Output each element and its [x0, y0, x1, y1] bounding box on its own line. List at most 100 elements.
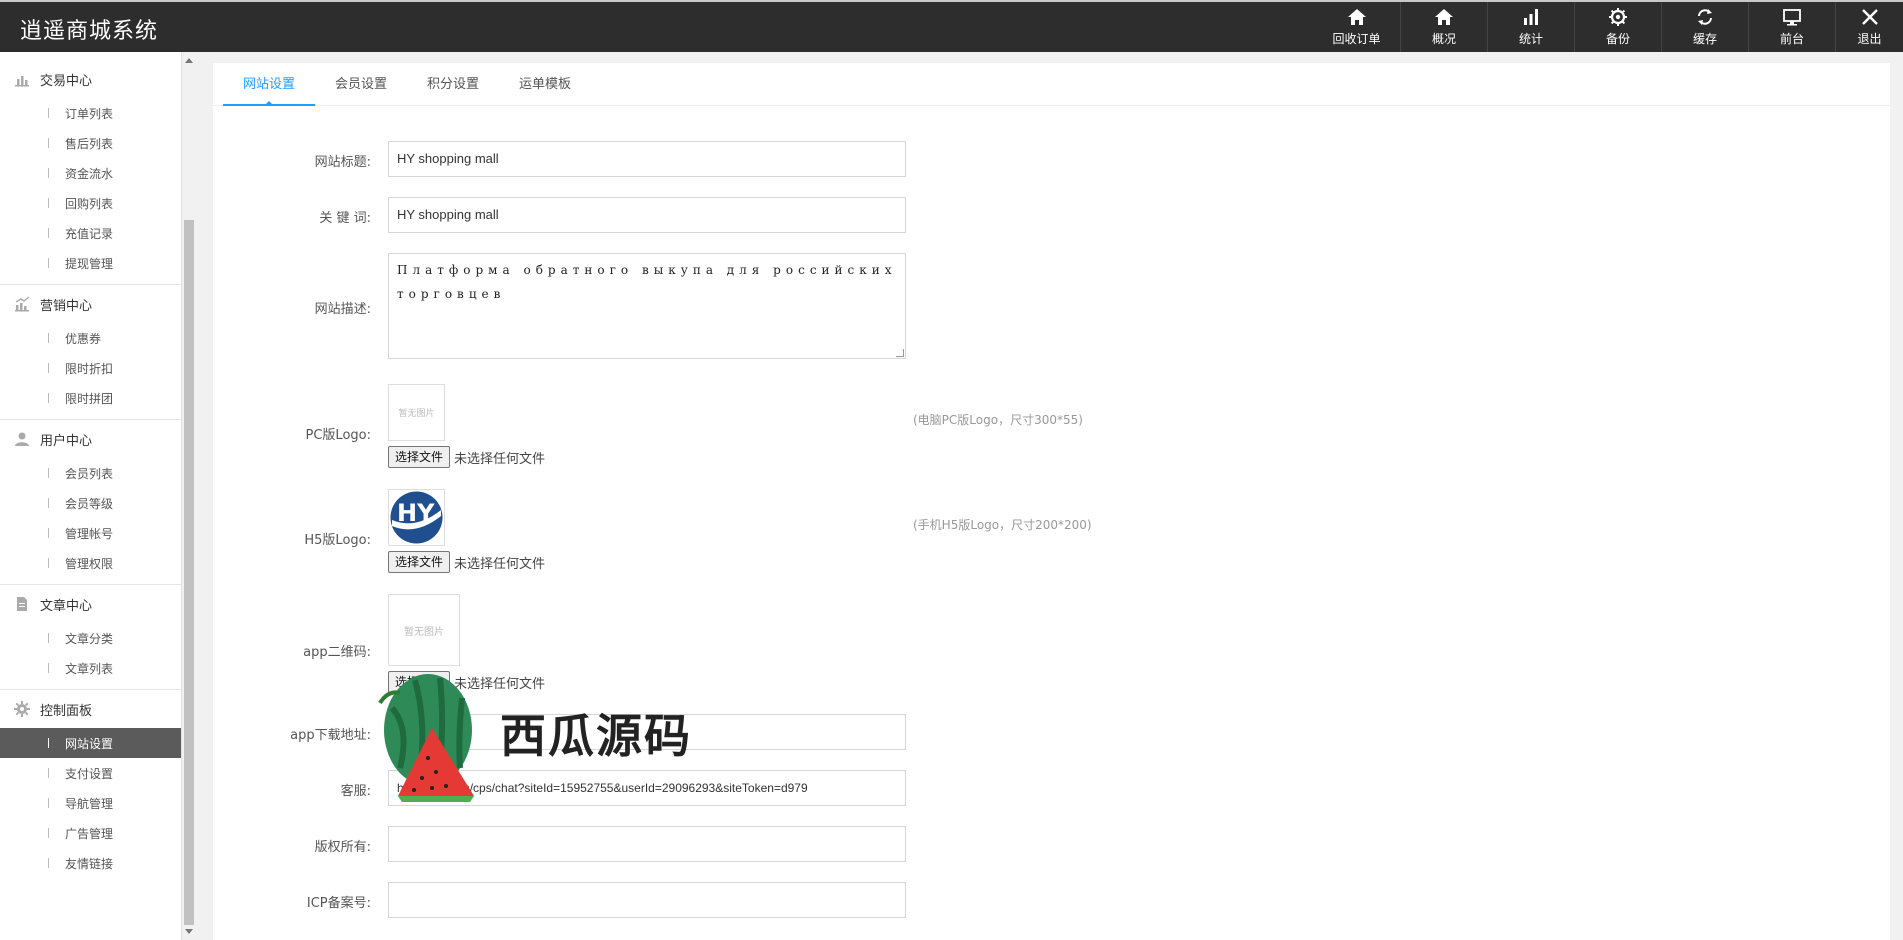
sidebar-group-title[interactable]: 营销中心 [0, 285, 181, 323]
sidebar-item-label: 管理权限 [65, 556, 114, 571]
bar-chart-icon [1524, 9, 1538, 25]
sidebar-item-funds[interactable]: 资金流水 [0, 158, 181, 188]
service-input[interactable]: http:// du.com/cps/chat?siteId=15952755&… [388, 770, 906, 806]
nav-label: 缓存 [1692, 32, 1717, 46]
sidebar-item-groupbuy[interactable]: 限时拼团 [0, 383, 181, 413]
pc-logo-label: PC版Logo: [305, 428, 371, 443]
choose-file-button[interactable]: 选择文件 [388, 551, 451, 573]
sidebar-scrollbar[interactable] [182, 52, 196, 940]
h5-logo-preview: HY [388, 489, 445, 546]
sidebar-item-coupons[interactable]: 优惠券 [0, 323, 181, 353]
sidebar-group-marketing: 营销中心 优惠券 限时折扣 限时拼团 [0, 285, 181, 420]
no-file-text: 未选择任何文件 [454, 451, 546, 467]
home-icon [1347, 9, 1366, 25]
sidebar-item-label: 会员等级 [65, 496, 114, 511]
scroll-up-arrow-icon[interactable] [185, 58, 193, 63]
sidebar-item-label: 订单列表 [65, 106, 114, 121]
nav-cache[interactable]: 缓存 [1661, 2, 1748, 52]
sidebar-group-title[interactable]: 控制面板 [0, 690, 181, 728]
nav-recycle-orders[interactable]: 回收订单 [1313, 2, 1400, 52]
sidebar-item-label: 友情链接 [65, 856, 114, 871]
sidebar-item-links[interactable]: 友情链接 [0, 848, 181, 878]
scrollbar-thumb[interactable] [184, 220, 194, 925]
sidebar-group-title[interactable]: 文章中心 [0, 585, 181, 623]
sidebar-item-accounts[interactable]: 管理帐号 [0, 518, 181, 548]
service-label: 客服: [340, 784, 371, 799]
sidebar-item-label: 提现管理 [65, 256, 114, 271]
sidebar-item-levels[interactable]: 会员等级 [0, 488, 181, 518]
sidebar-item-navigation[interactable]: 导航管理 [0, 788, 181, 818]
copyright-label: 版权所有: [314, 840, 371, 855]
sidebar-item-label: 限时拼团 [65, 391, 114, 406]
copyright-input[interactable] [388, 826, 906, 862]
sidebar-item-ads[interactable]: 广告管理 [0, 818, 181, 848]
nav-logout[interactable]: 退出 [1835, 2, 1903, 52]
user-icon [15, 432, 29, 446]
sidebar-item-article-list[interactable]: 文章列表 [0, 653, 181, 683]
description-textarea[interactable]: Платформа обратного выкупа для российски… [388, 253, 906, 359]
nav-label: 回收订单 [1332, 32, 1381, 46]
sidebar-item-label: 充值记录 [65, 226, 114, 241]
h5-logo-label: H5版Logo: [304, 533, 371, 548]
sidebar-group-users: 用户中心 会员列表 会员等级 管理帐号 管理权限 [0, 420, 181, 585]
pc-logo-hint: (电脑PC版Logo，尺寸300*55) [913, 413, 1083, 427]
sidebar: 交易中心 订单列表 售后列表 资金流水 回购列表 充值记录 提现管理 营销中心 … [0, 52, 182, 940]
choose-file-button[interactable]: 选择文件 [388, 446, 451, 468]
gear-icon [14, 701, 30, 717]
sidebar-item-permissions[interactable]: 管理权限 [0, 548, 181, 578]
nav-label: 退出 [1857, 32, 1882, 46]
nav-frontend[interactable]: 前台 [1748, 2, 1835, 52]
sidebar-item-discount[interactable]: 限时折扣 [0, 353, 181, 383]
icp-input[interactable] [388, 882, 906, 918]
choose-file-button[interactable]: 选择文件 [388, 671, 451, 693]
app-qr-preview: 暂无图片 [388, 594, 460, 666]
close-icon [1861, 9, 1878, 25]
sidebar-item-withdraw[interactable]: 提现管理 [0, 248, 181, 278]
hy-logo-icon: HY [390, 491, 443, 544]
sidebar-group-control: 控制面板 网站设置 支付设置 导航管理 广告管理 友情链接 [0, 690, 181, 884]
app-qr-label: app二维码: [303, 645, 371, 660]
nav-label: 统计 [1518, 32, 1543, 46]
sidebar-group-title[interactable]: 用户中心 [0, 420, 181, 458]
document-icon [17, 597, 27, 611]
pc-logo-preview: 暂无图片 [388, 384, 445, 441]
nav-label: 前台 [1779, 32, 1804, 46]
sidebar-item-label: 文章列表 [65, 661, 114, 676]
sidebar-item-article-categories[interactable]: 文章分类 [0, 623, 181, 653]
nav-overview[interactable]: 概况 [1400, 2, 1487, 52]
sidebar-item-members[interactable]: 会员列表 [0, 458, 181, 488]
tab-site-settings[interactable]: 网站设置 [223, 63, 316, 106]
tab-points-settings[interactable]: 积分设置 [407, 63, 499, 106]
sidebar-item-aftersale[interactable]: 售后列表 [0, 128, 181, 158]
tab-member-settings[interactable]: 会员设置 [315, 63, 407, 106]
sidebar-item-buyback[interactable]: 回购列表 [0, 188, 181, 218]
sidebar-group-title[interactable]: 交易中心 [0, 60, 181, 98]
h5-logo-file-picker: 选择文件 未选择任何文件 [388, 551, 545, 573]
sidebar-item-label: 优惠券 [65, 331, 102, 346]
resize-grip-icon[interactable] [896, 349, 904, 357]
nav-statistics[interactable]: 统计 [1487, 2, 1574, 52]
sidebar-group-label: 文章中心 [40, 598, 93, 614]
top-bar: 逍遥商城系统 回收订单 概况 统计 备份 缓存 前台 退出 [0, 0, 1903, 52]
sidebar-item-label: 导航管理 [65, 796, 114, 811]
sidebar-group-label: 控制面板 [40, 703, 93, 719]
keywords-input[interactable]: HY shopping mall [388, 197, 906, 233]
chart-icon [15, 296, 30, 312]
sidebar-group-label: 交易中心 [40, 73, 93, 89]
sidebar-item-payment[interactable]: 支付设置 [0, 758, 181, 788]
icp-label: ICP备案号: [306, 896, 371, 911]
scroll-down-arrow-icon[interactable] [185, 929, 193, 934]
site-title-input[interactable]: HY shopping mall [388, 141, 906, 177]
sidebar-item-recharge[interactable]: 充值记录 [0, 218, 181, 248]
description-label: 网站描述: [314, 302, 371, 317]
sidebar-item-orders[interactable]: 订单列表 [0, 98, 181, 128]
sidebar-item-site-settings[interactable]: 网站设置 [0, 728, 181, 758]
sidebar-group-trade: 交易中心 订单列表 售后列表 资金流水 回购列表 充值记录 提现管理 [0, 60, 181, 285]
nav-backup[interactable]: 备份 [1574, 2, 1661, 52]
app-url-input[interactable] [388, 714, 906, 750]
top-nav: 回收订单 概况 统计 备份 缓存 前台 退出 [1313, 2, 1903, 52]
h5-logo-hint: (手机H5版Logo，尺寸200*200) [913, 518, 1092, 532]
nav-label: 概况 [1431, 32, 1456, 46]
tab-waybill-template[interactable]: 运单模板 [499, 63, 591, 106]
description-text: Платформа обратного выкупа для российски… [397, 263, 897, 301]
